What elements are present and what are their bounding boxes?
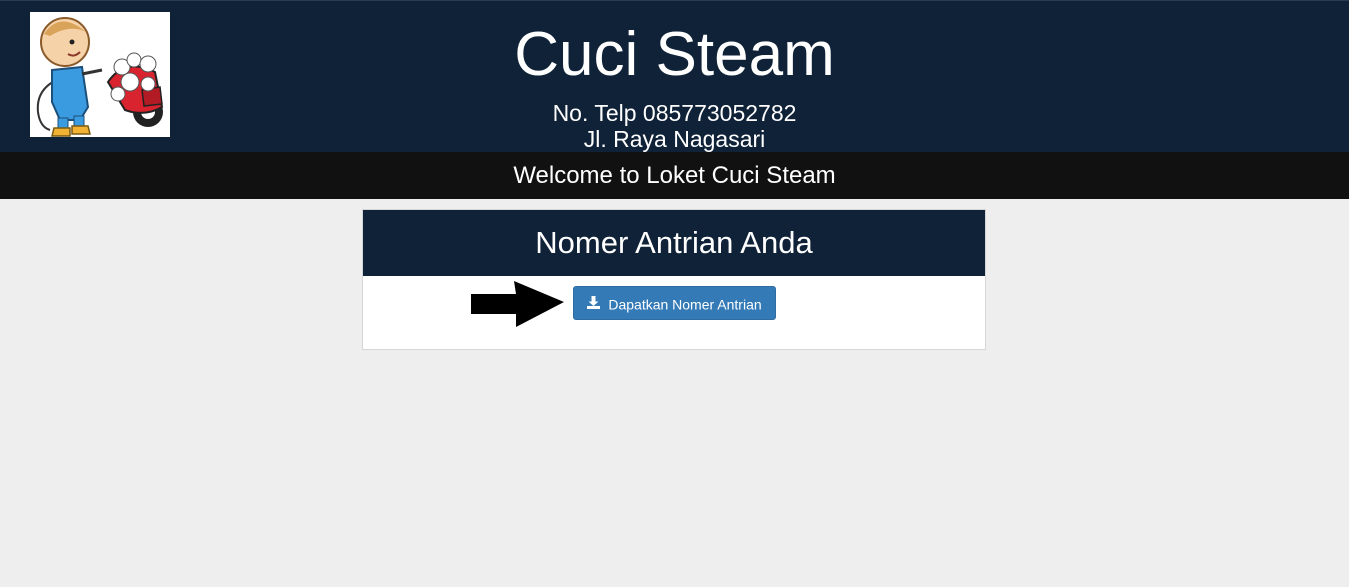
button-label: Dapatkan Nomer Antrian: [608, 296, 762, 313]
download-icon: [587, 296, 601, 310]
phone-label: No. Telp: [552, 100, 637, 126]
get-queue-number-button[interactable]: Dapatkan Nomer Antrian: [573, 286, 776, 320]
site-header: Cuci Steam No. Telp 085773052782 Jl. Ray…: [0, 0, 1349, 152]
panel-heading: Nomer Antrian Anda: [363, 210, 985, 276]
welcome-bar: Welcome to Loket Cuci Steam: [0, 152, 1349, 199]
phone-number: 085773052782: [642, 100, 797, 126]
arrow-right-icon: [471, 281, 564, 327]
queue-panel: Nomer Antrian Anda Dapatkan Nomer Antria…: [362, 209, 986, 350]
address: Jl. Raya Nagasari: [583, 126, 766, 152]
phone-line: No. Telp 085773052782: [0, 100, 1349, 126]
site-title: Cuci Steam: [514, 20, 835, 89]
